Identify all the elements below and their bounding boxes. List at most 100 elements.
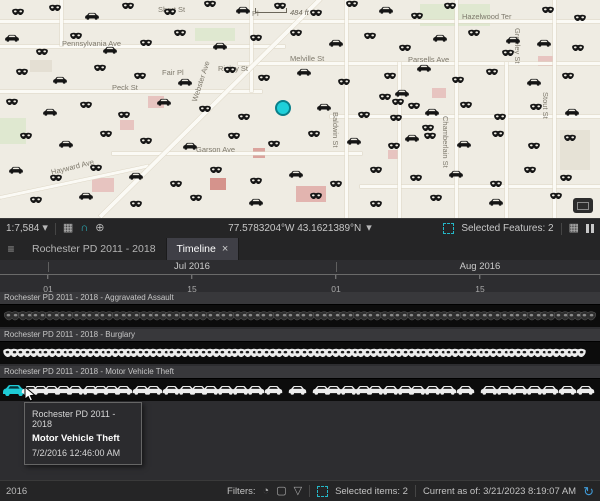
funnel-icon[interactable]: ▽	[294, 485, 302, 497]
mask-marker-icon[interactable]	[542, 6, 555, 14]
mask-marker-icon[interactable]	[468, 29, 481, 37]
mask-marker-icon[interactable]	[364, 32, 377, 40]
car-marker-icon[interactable]	[329, 39, 344, 47]
refresh-icon[interactable]: ↻	[583, 485, 594, 498]
mask-marker-icon[interactable]	[118, 111, 131, 119]
mask-marker-icon[interactable]	[444, 2, 457, 10]
mask-marker-icon[interactable]	[430, 194, 443, 202]
mask-marker-icon[interactable]	[122, 2, 135, 10]
mask-marker-icon[interactable]	[422, 124, 435, 132]
car-event-icon[interactable]	[144, 385, 163, 395]
map-scale-dropdown[interactable]: 1:7,584 ▾	[6, 223, 48, 235]
tab-map-view[interactable]: Rochester PD 2011 - 2018	[22, 238, 167, 260]
mask-marker-icon[interactable]	[49, 4, 62, 12]
mask-marker-icon[interactable]	[199, 105, 212, 113]
car-event-icon[interactable]	[288, 385, 307, 395]
car-event-icon[interactable]	[540, 385, 559, 395]
close-icon[interactable]: ×	[222, 243, 228, 255]
mask-marker-icon[interactable]	[16, 68, 29, 76]
time-filter-icon[interactable]: ◔	[263, 485, 270, 497]
panel-menu-icon[interactable]: ≡	[0, 238, 22, 260]
mask-marker-icon[interactable]	[190, 194, 203, 202]
mask-marker-icon[interactable]	[390, 114, 403, 122]
mask-marker-icon[interactable]	[290, 29, 303, 37]
mask-event-icon[interactable]	[579, 311, 597, 321]
track-strip[interactable]	[0, 304, 600, 327]
car-marker-icon[interactable]	[379, 6, 394, 14]
car-marker-icon[interactable]	[449, 170, 464, 178]
coordinates-display[interactable]: 77.5783204°W 43.1621389°N ▾	[228, 223, 372, 235]
mask-marker-icon[interactable]	[268, 140, 281, 148]
mask-marker-icon[interactable]	[310, 9, 323, 17]
mask-marker-icon[interactable]	[70, 32, 83, 40]
selected-feature-point[interactable]	[275, 100, 291, 116]
mask-marker-icon[interactable]	[134, 72, 147, 80]
mask-marker-icon[interactable]	[399, 44, 412, 52]
track-strip[interactable]	[0, 341, 600, 364]
car-marker-icon[interactable]	[565, 108, 580, 116]
extent-filter-icon[interactable]: ▢	[276, 485, 286, 497]
car-marker-icon[interactable]	[417, 64, 432, 72]
mask-marker-icon[interactable]	[308, 130, 321, 138]
mask-marker-icon[interactable]	[550, 192, 563, 200]
car-event-icon[interactable]	[558, 385, 577, 395]
car-event-icon[interactable]	[246, 385, 265, 395]
mask-marker-icon[interactable]	[564, 134, 577, 142]
mask-event-icon[interactable]	[569, 348, 587, 358]
mask-marker-icon[interactable]	[338, 78, 351, 86]
grid-icon[interactable]: ▦	[63, 223, 73, 234]
mask-marker-icon[interactable]	[410, 174, 423, 182]
mask-marker-icon[interactable]	[530, 103, 543, 111]
mask-marker-icon[interactable]	[228, 132, 241, 140]
mask-marker-icon[interactable]	[140, 137, 153, 145]
go-to-xy-icon[interactable]: ⊕	[95, 223, 104, 234]
mask-marker-icon[interactable]	[100, 130, 113, 138]
car-marker-icon[interactable]	[537, 39, 552, 47]
car-marker-icon[interactable]	[79, 192, 94, 200]
car-marker-icon[interactable]	[236, 6, 251, 14]
track-strip[interactable]	[0, 378, 600, 401]
mask-marker-icon[interactable]	[130, 200, 143, 208]
car-marker-icon[interactable]	[5, 34, 20, 42]
car-marker-icon[interactable]	[395, 89, 410, 97]
car-marker-icon[interactable]	[59, 140, 74, 148]
mask-marker-icon[interactable]	[528, 142, 541, 150]
car-event-icon[interactable]	[114, 385, 133, 395]
mask-marker-icon[interactable]	[90, 164, 103, 172]
tab-timeline[interactable]: Timeline ×	[166, 238, 240, 260]
car-event-icon[interactable]	[576, 385, 595, 395]
mask-marker-icon[interactable]	[94, 64, 107, 72]
mask-marker-icon[interactable]	[36, 48, 49, 56]
car-marker-icon[interactable]	[9, 166, 24, 174]
car-event-icon[interactable]	[264, 385, 283, 395]
mask-marker-icon[interactable]	[490, 180, 503, 188]
mask-marker-icon[interactable]	[560, 174, 573, 182]
car-marker-icon[interactable]	[317, 103, 332, 111]
mask-marker-icon[interactable]	[164, 8, 177, 16]
pause-drawing-icon[interactable]	[586, 224, 594, 233]
car-marker-icon[interactable]	[297, 68, 312, 76]
car-marker-icon[interactable]	[457, 140, 472, 148]
mask-marker-icon[interactable]	[140, 39, 153, 47]
map-view[interactable]: Short StPlHazelwood TerPennsylvania AveM…	[0, 0, 600, 218]
mask-marker-icon[interactable]	[358, 111, 371, 119]
mask-marker-icon[interactable]	[6, 98, 19, 106]
mask-marker-icon[interactable]	[388, 142, 401, 150]
car-marker-icon[interactable]	[405, 134, 420, 142]
mask-marker-icon[interactable]	[524, 166, 537, 174]
car-event-icon[interactable]	[456, 385, 475, 395]
overview-map-button[interactable]	[573, 198, 593, 213]
mask-marker-icon[interactable]	[238, 113, 251, 121]
car-marker-icon[interactable]	[43, 108, 58, 116]
mask-marker-icon[interactable]	[204, 0, 217, 8]
mask-marker-icon[interactable]	[250, 177, 263, 185]
car-event-icon[interactable]	[438, 385, 457, 395]
mask-marker-icon[interactable]	[174, 29, 187, 37]
mask-marker-icon[interactable]	[379, 93, 392, 101]
car-marker-icon[interactable]	[506, 36, 521, 44]
car-marker-icon[interactable]	[433, 34, 448, 42]
car-marker-icon[interactable]	[213, 42, 228, 50]
mask-marker-icon[interactable]	[210, 166, 223, 174]
mask-marker-icon[interactable]	[50, 174, 63, 182]
mask-marker-icon[interactable]	[370, 166, 383, 174]
